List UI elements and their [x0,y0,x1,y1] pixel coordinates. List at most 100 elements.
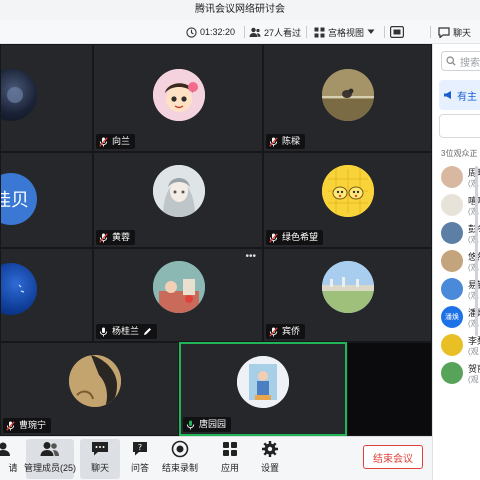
toolbar-divider [244,26,245,38]
participant-name-tag: 黄蓉 [96,230,136,245]
video-tile[interactable]: ••• 杨桂兰 [93,248,263,342]
attendee-role: (观 [468,375,479,384]
qa-label: 问答 [130,463,149,473]
video-tile[interactable]: 绿色希望 [263,152,432,248]
viewers-text: 27人看过 [264,27,302,38]
grid-view-icon [314,27,325,38]
video-tile[interactable] [0,248,93,342]
video-tile[interactable]: 向兰 [93,44,263,152]
participant-avatar [153,69,205,121]
participant-name: 曹琬宁 [19,420,47,430]
manage-members-label: 管理成员(25) [24,463,77,473]
muted-mic-icon [269,136,278,147]
attendee-avatar [441,250,463,272]
attendee-avatar [441,334,463,356]
end-meeting-button[interactable]: 结束会议 [363,445,423,469]
stop-recording-button[interactable]: 结束录制 [160,439,200,479]
participant-avatar [322,165,374,217]
video-tile[interactable]: 黄蓉 [93,152,263,248]
attendee-list-item[interactable]: 李梨 (观 [441,332,480,360]
avatar-initials: 桂贝 [1,190,29,210]
bottom-toolbar: 请 管理成员(25) 聊天 ? 问答 结束录制 应用 设置 结束会议 [0,436,432,480]
chat-icon [89,439,111,459]
participant-avatar [322,261,374,313]
participant-avatar [1,263,37,315]
chat-toggle-label: 聊天 [453,27,472,38]
window-title-bar: 腾讯会议网络研讨会 [0,0,480,20]
participant-name-tag: 陈樑 [266,134,306,149]
participant-avatar [153,261,205,313]
duration-text: 01:32:20 [200,27,236,37]
muted-mic-icon [99,136,108,147]
settings-button[interactable]: 设置 [250,439,290,479]
mic-icon [99,327,108,337]
muted-mic-icon [269,232,278,243]
meeting-window: 腾讯会议网络研讨会 01:32:20 27人看过 宫格视图 聊天 向兰 陈樑 贝… [0,0,480,480]
search-icon [446,56,456,66]
video-tile[interactable] [0,44,93,152]
participant-name: 黄蓉 [112,232,131,242]
chat-bubble-icon [438,26,450,38]
participant-name: 向兰 [112,136,131,146]
end-meeting-label: 结束会议 [373,453,413,465]
secondary-tab[interactable] [439,114,480,138]
participant-avatar [153,165,205,217]
attendee-role: (观 [468,347,479,356]
stop-recording-label: 结束录制 [161,463,198,473]
host-tab-label: 有主 [457,91,477,103]
manage-members-button[interactable]: 管理成员(25) [24,439,77,479]
screen-layout-button[interactable] [390,20,404,44]
apps-label: 应用 [220,463,239,473]
pencil-icon[interactable] [143,327,152,336]
member-search-field[interactable]: 搜索 [441,51,480,71]
video-tile[interactable]: 桂贝 [0,152,93,248]
participant-avatar: 桂贝 [1,173,37,225]
host-tab[interactable]: 有主 [439,80,480,110]
video-grid: 向兰 陈樑 桂贝 [0,44,432,436]
participant-avatar [1,69,37,121]
video-tile[interactable]: 宾侨 [263,248,432,342]
add-person-icon [0,439,15,459]
participant-name-tag: 唐园园 [183,417,232,432]
apps-grid-icon [219,439,241,459]
panel-scrollbar[interactable] [475,166,478,336]
participant-name: 陈樑 [282,136,301,146]
attendee-list-item[interactable]: 贺丽 (观 [441,360,480,388]
participant-name: 唐园园 [199,419,227,429]
invite-button[interactable]: 请 [0,439,24,479]
participant-name-tag: 杨桂兰 [96,324,158,339]
members-icon [39,439,61,459]
video-tile-empty [347,342,432,436]
attendee-avatar [441,194,463,216]
muted-mic-icon [269,326,278,337]
invite-label: 请 [8,463,18,473]
chat-button[interactable]: 聊天 [80,439,120,479]
video-tile[interactable]: 陈樑 [263,44,432,152]
members-side-panel: 搜索 有主 3位观众正 周晓 (观 嘻嘻 (观 彭冬 (观 悠然 (观 [432,44,480,480]
more-options-icon[interactable]: ••• [245,251,256,262]
clock-icon [186,26,197,38]
participant-avatar [69,355,121,407]
attendee-avatar [441,362,463,384]
video-tile-active-speaker[interactable]: 唐园园 [179,342,347,436]
participant-name-tag: 绿色希望 [266,230,324,245]
speaking-mic-icon [186,420,195,430]
attendee-avatar-text: 潘焕 [445,314,459,321]
toolbar-divider [384,26,385,38]
caret-down-icon [367,29,375,35]
attendee-avatar [441,278,463,300]
viewers-count[interactable]: 27人看过 [249,20,301,44]
search-placeholder: 搜索 [460,57,480,69]
muted-mic-icon [99,232,108,243]
attendee-avatar [441,166,463,188]
participant-name: 杨桂兰 [112,326,140,336]
apps-button[interactable]: 应用 [210,439,250,479]
qa-button[interactable]: ? 问答 [120,439,160,479]
video-tile[interactable]: 曹琬宁 [0,342,179,436]
chat-toggle[interactable]: 聊天 [438,20,471,44]
duration-display: 01:32:20 [186,20,235,44]
top-toolbar: 01:32:20 27人看过 宫格视图 聊天 [0,20,480,44]
view-mode-dropdown[interactable]: 宫格视图 [314,20,375,44]
question-bubble-icon: ? [129,439,151,459]
participant-avatar [237,356,289,408]
